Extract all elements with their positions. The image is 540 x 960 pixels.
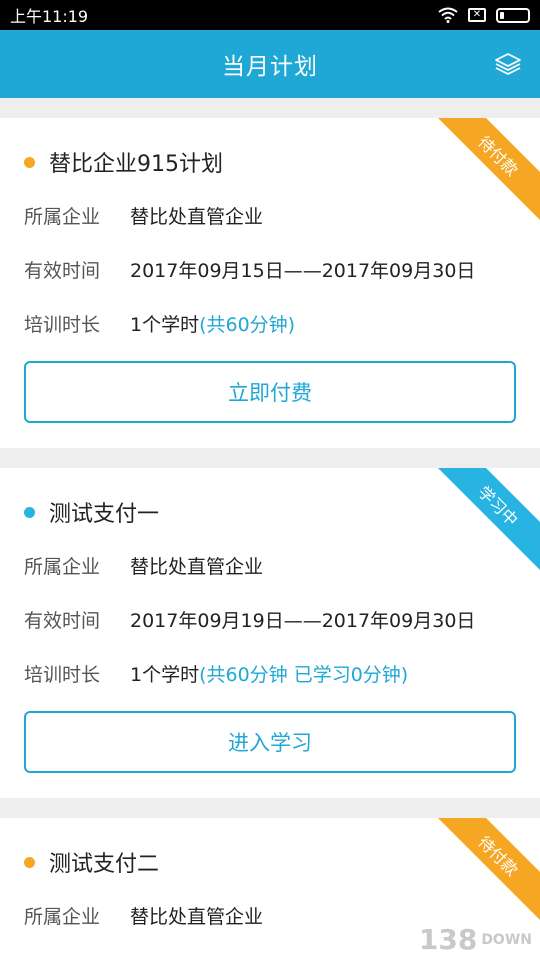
duration-extra: (共60分钟 已学习0分钟) — [199, 664, 409, 686]
status-time: 上午11:19 — [10, 7, 89, 26]
status-badge-pending: 待付款 — [433, 118, 540, 221]
status-badge-pending: 待付款 — [433, 818, 540, 921]
card-title-row: 替比企业915计划 — [24, 146, 223, 178]
company-label: 所属企业 — [24, 206, 101, 228]
watermark-sub: DOWN — [481, 931, 532, 948]
layers-icon[interactable] — [494, 50, 522, 78]
valid-time-label: 有效时间 — [24, 610, 101, 632]
watermark-logo: 138 DOWN — [419, 923, 532, 956]
duration-extra: (共60分钟) — [199, 314, 296, 336]
company-row: 所属企业 替比处直管企业 — [24, 552, 263, 579]
valid-time-row: 有效时间 2017年09月15日——2017年09月30日 — [24, 256, 475, 283]
company-value: 替比处直管企业 — [130, 556, 264, 578]
battery-icon — [496, 7, 530, 23]
valid-time-value: 2017年09月19日——2017年09月30日 — [130, 610, 476, 632]
app-header: 当月计划 — [0, 30, 540, 98]
pay-now-button[interactable]: 立即付费 — [24, 361, 516, 423]
company-row: 所属企业 替比处直管企业 — [24, 202, 263, 229]
valid-time-label: 有效时间 — [24, 260, 101, 282]
duration-label: 培训时长 — [24, 664, 101, 686]
company-value: 替比处直管企业 — [130, 906, 264, 928]
status-bar: 上午11:19 ✕ — [0, 0, 540, 30]
status-icons: ✕ — [438, 7, 530, 23]
company-label: 所属企业 — [24, 906, 101, 928]
card-title-row: 测试支付一 — [24, 496, 159, 528]
duration-row: 培训时长 1个学时 (共60分钟) — [24, 310, 295, 337]
plan-title: 测试支付二 — [49, 852, 160, 877]
plan-title: 替比企业915计划 — [49, 152, 223, 177]
duration-label: 培训时长 — [24, 314, 101, 336]
plan-card: 待付款 替比企业915计划 所属企业 替比处直管企业 有效时间 2017年09月… — [0, 118, 540, 448]
card-title-row: 测试支付二 — [24, 846, 159, 878]
plan-card: 学习中 测试支付一 所属企业 替比处直管企业 有效时间 2017年09月19日—… — [0, 468, 540, 798]
valid-time-row: 有效时间 2017年09月19日——2017年09月30日 — [24, 606, 475, 633]
status-dot — [24, 506, 35, 518]
company-row: 所属企业 替比处直管企业 — [24, 902, 263, 929]
status-dot — [24, 856, 35, 868]
duration-value: 1个学时 — [130, 314, 200, 336]
watermark-text: 138 — [418, 923, 478, 956]
sim-icon: ✕ — [468, 8, 486, 22]
status-dot — [24, 156, 35, 168]
valid-time-value: 2017年09月15日——2017年09月30日 — [130, 260, 476, 282]
duration-value: 1个学时 — [130, 664, 200, 686]
status-badge-learning: 学习中 — [433, 468, 540, 571]
plan-title: 测试支付一 — [49, 502, 160, 527]
company-value: 替比处直管企业 — [130, 206, 264, 228]
start-learning-button[interactable]: 进入学习 — [24, 711, 516, 773]
page-title: 当月计划 — [222, 54, 318, 80]
wifi-icon — [438, 7, 458, 23]
company-label: 所属企业 — [24, 556, 101, 578]
duration-row: 培训时长 1个学时 (共60分钟 已学习0分钟) — [24, 660, 408, 687]
